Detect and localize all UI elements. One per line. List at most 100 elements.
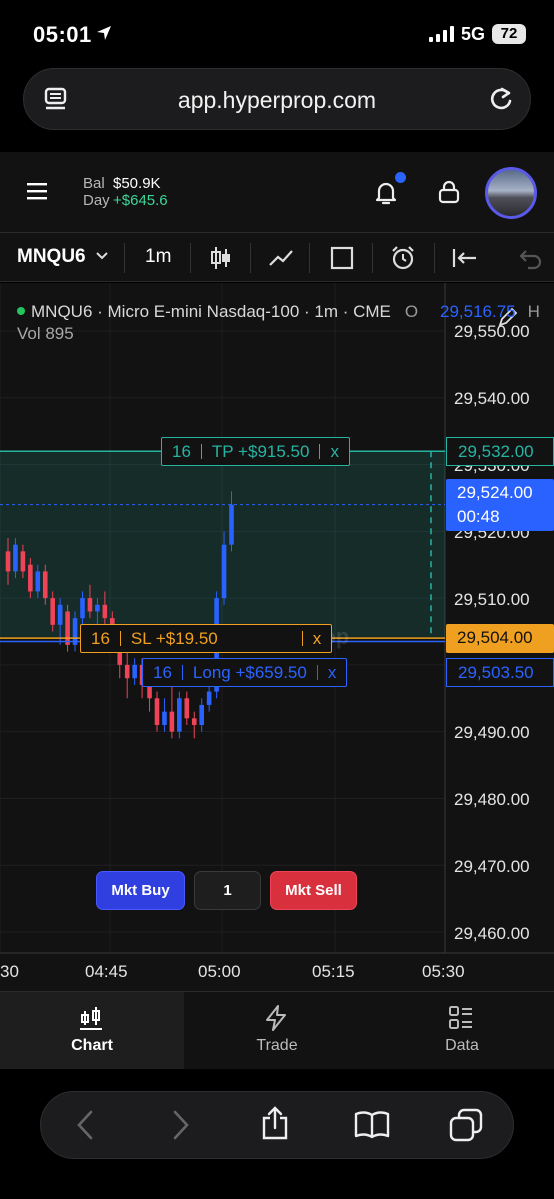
- toolbar-divider: [124, 243, 125, 273]
- sl-qty: 16: [91, 629, 110, 648]
- position-qty: 16: [153, 663, 172, 682]
- address-bar[interactable]: app.hyperprop.com: [23, 68, 531, 130]
- open-value: 29,516.75: [440, 302, 516, 321]
- position-close-button[interactable]: x: [318, 659, 347, 686]
- symbol-selector[interactable]: MNQU6: [17, 246, 86, 268]
- sl-price-tag: 29,504.00: [446, 624, 554, 653]
- position-price-tag: 29,503.50: [446, 658, 554, 687]
- battery-icon: 72: [492, 24, 526, 44]
- candle-body: [42, 571, 48, 599]
- time-tick: 30: [0, 962, 19, 981]
- candle-body: [50, 598, 55, 625]
- order-quantity-input[interactable]: 1: [194, 871, 261, 910]
- stop-loss-line-label[interactable]: 16 SL +$19.50 x: [80, 624, 333, 653]
- time-tick: 05:15: [312, 962, 355, 981]
- bal-label: Bal: [83, 175, 105, 192]
- candle-body: [13, 544, 18, 572]
- time-tick: 05:00: [198, 962, 241, 981]
- nav-trade-label: Trade: [256, 1037, 298, 1054]
- bell-icon[interactable]: [373, 180, 399, 206]
- nav-data-label: Data: [445, 1037, 479, 1054]
- sl-pnl[interactable]: SL +$19.50: [121, 625, 228, 652]
- reload-icon[interactable]: [488, 85, 514, 113]
- share-icon[interactable]: [260, 1106, 290, 1140]
- candle-body: [87, 598, 93, 612]
- menu-icon[interactable]: [27, 182, 49, 200]
- bookmarks-icon[interactable]: [354, 1110, 390, 1140]
- price-tick: 29,550.00: [454, 322, 530, 341]
- browser-toolbar: [40, 1091, 514, 1159]
- volume-readout: Vol 895: [17, 324, 74, 343]
- market-buy-button[interactable]: Mkt Buy: [96, 871, 185, 910]
- nav-chart[interactable]: Chart: [0, 992, 184, 1069]
- status-bar: 05:01 5G 72: [0, 0, 554, 66]
- bottom-nav: Chart Trade Data: [0, 991, 554, 1069]
- price-tick: 29,490.00: [454, 723, 530, 742]
- candle-body: [221, 544, 227, 599]
- toolbar-divider: [434, 243, 435, 273]
- last-price: 29,524.00: [457, 483, 533, 502]
- alarm-clock-icon[interactable]: [390, 245, 416, 271]
- day-pnl-value: +$645.6: [113, 192, 168, 209]
- last-price-tag: 29,524.00 00:48: [446, 479, 554, 531]
- chevron-down-icon[interactable]: [96, 252, 108, 260]
- price-tick: 29,540.00: [454, 389, 530, 408]
- day-label: Day: [83, 192, 110, 209]
- candle-body: [5, 551, 11, 572]
- bar-countdown: 00:48: [457, 507, 500, 526]
- tp-price-tag: 29,532.00: [446, 437, 554, 466]
- network-type: 5G: [461, 24, 486, 44]
- toolbar-divider: [190, 243, 191, 273]
- candle-body: [191, 718, 197, 725]
- candle-body: [229, 504, 234, 545]
- candle-body: [206, 691, 212, 705]
- candle-body: [132, 664, 137, 679]
- nav-trade[interactable]: Trade: [185, 992, 369, 1069]
- take-profit-line-label[interactable]: 16 TP +$915.50 x: [161, 437, 350, 466]
- undo-icon[interactable]: [518, 245, 542, 271]
- candlestick-icon[interactable]: [209, 245, 233, 271]
- position-pnl[interactable]: Long +$659.50: [183, 659, 317, 686]
- forward-icon[interactable]: [171, 1110, 191, 1140]
- rectangle-tool-icon[interactable]: [330, 245, 354, 271]
- high-label: H: [527, 302, 540, 321]
- candle-body: [65, 611, 70, 645]
- signal-icon: [429, 26, 454, 42]
- market-sell-button[interactable]: Mkt Sell: [270, 871, 357, 910]
- candle-body: [124, 664, 130, 679]
- avatar[interactable]: [485, 167, 537, 219]
- sl-close-button[interactable]: x: [303, 625, 332, 652]
- chart-toolbar: MNQU6 1m: [0, 232, 554, 282]
- scroll-to-start-icon[interactable]: [452, 245, 478, 271]
- candle-body: [28, 564, 33, 592]
- legend-title: MNQU6 · Micro E-mini Nasdaq-100 · 1m · C…: [31, 302, 391, 321]
- app-header: Bal $50.9K Day +$645.6: [0, 152, 554, 232]
- position-line-label[interactable]: 16 Long +$659.50 x: [142, 658, 348, 687]
- lock-icon[interactable]: [438, 180, 460, 204]
- candle-body: [20, 551, 26, 572]
- clock: 05:01: [33, 22, 92, 47]
- time-tick: 05:30: [422, 962, 465, 981]
- candle-body: [199, 704, 204, 725]
- tabs-icon[interactable]: [449, 1108, 483, 1142]
- tp-close-button[interactable]: x: [320, 438, 349, 465]
- nav-data[interactable]: Data: [370, 992, 554, 1069]
- candle-body: [102, 604, 108, 619]
- line-tool-icon[interactable]: [268, 245, 294, 271]
- open-label: O: [404, 302, 419, 321]
- candle-body: [154, 698, 160, 725]
- candle-body: [184, 698, 190, 719]
- chart-legend: MNQU6 · Micro E-mini Nasdaq-100 · 1m · C…: [17, 302, 418, 322]
- url-text[interactable]: app.hyperprop.com: [24, 87, 530, 114]
- tp-pnl[interactable]: TP +$915.50: [202, 438, 320, 465]
- tp-qty: 16: [172, 442, 191, 461]
- timeframe-selector[interactable]: 1m: [145, 246, 171, 268]
- price-tick: 29,480.00: [454, 790, 530, 809]
- candle-body: [169, 711, 175, 732]
- back-icon[interactable]: [75, 1110, 95, 1140]
- balance-summary: Bal $50.9K Day +$645.6: [83, 175, 168, 209]
- price-tick: 29,470.00: [454, 857, 530, 876]
- market-open-dot: [17, 306, 25, 315]
- price-tick: 29,510.00: [454, 590, 530, 609]
- candle-body: [35, 571, 41, 592]
